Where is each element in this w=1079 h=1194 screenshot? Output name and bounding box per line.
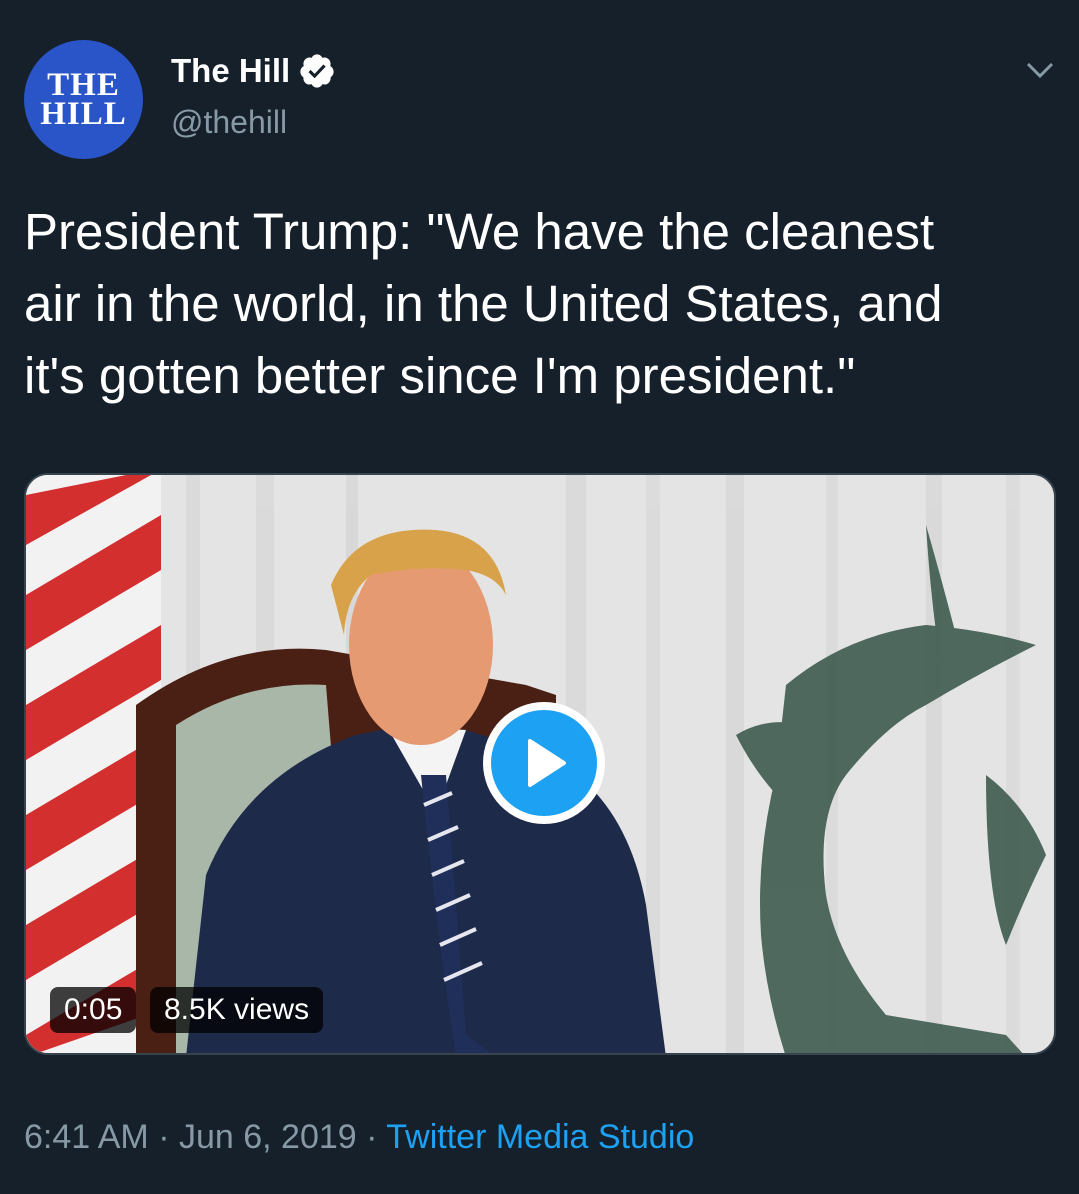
tweet-date[interactable]: Jun 6, 2019 bbox=[179, 1118, 357, 1156]
meta-separator: · bbox=[356, 1118, 387, 1156]
display-name[interactable]: The Hill bbox=[171, 52, 290, 90]
verified-badge-icon bbox=[300, 54, 334, 88]
tweet-time[interactable]: 6:41 AM bbox=[24, 1118, 149, 1156]
tweet-source-link[interactable]: Twitter Media Studio bbox=[386, 1118, 694, 1156]
tweet-card: THE HILL The Hill @thehill President Tru… bbox=[0, 0, 1079, 1194]
video-view-count: 8.5K views bbox=[150, 987, 324, 1033]
play-button[interactable] bbox=[483, 702, 605, 824]
user-handle[interactable]: @thehill bbox=[171, 104, 287, 141]
video-duration: 0:05 bbox=[50, 987, 137, 1033]
tweet-text: President Trump: "We have the cleanest a… bbox=[24, 203, 943, 404]
avatar-logo-text-1: THE bbox=[47, 66, 120, 103]
avatar[interactable]: THE HILL bbox=[24, 40, 143, 159]
author-name-row[interactable]: The Hill bbox=[171, 52, 336, 90]
play-icon bbox=[528, 739, 566, 787]
video-player[interactable]: 0:05 8.5K views bbox=[24, 473, 1056, 1055]
avatar-logo-text-2: HILL bbox=[40, 95, 127, 132]
tweet-meta: 6:41 AM · Jun 6, 2019 · Twitter Media St… bbox=[24, 1118, 694, 1157]
chevron-down-icon[interactable] bbox=[1022, 56, 1058, 84]
meta-separator: · bbox=[148, 1118, 179, 1156]
